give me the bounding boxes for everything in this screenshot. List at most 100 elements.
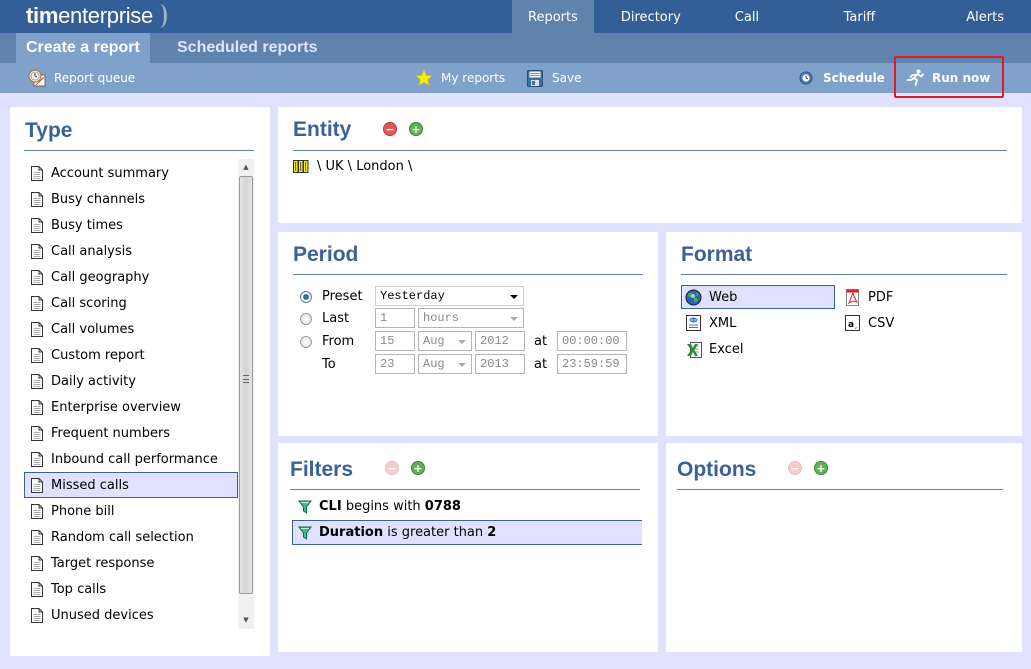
from-time-input[interactable]: 00:00:00 — [557, 331, 627, 351]
filter-item-duration[interactable]: Duration is greater than 2 — [292, 520, 642, 545]
document-icon — [31, 425, 43, 441]
svg-text:,: , — [855, 322, 857, 330]
format-option-pdf[interactable]: PDF — [840, 285, 940, 309]
preset-select[interactable]: Yesterday — [375, 286, 524, 306]
report-type-item[interactable]: Daily activity — [24, 368, 238, 394]
last-unit-select[interactable]: hours — [418, 308, 524, 328]
to-day-input[interactable]: 23 — [375, 354, 415, 374]
type-list-scrollbar[interactable]: ▲ ▼ — [238, 159, 254, 629]
last-radio[interactable] — [300, 313, 312, 325]
report-type-label: Phone bill — [51, 503, 115, 519]
nav-alerts[interactable]: Alerts — [939, 0, 1031, 33]
my-reports-label: My reports — [441, 71, 506, 85]
report-type-label: Inbound call performance — [51, 451, 218, 467]
format-option-excel[interactable]: Excel — [681, 337, 781, 361]
report-type-item[interactable]: Busy times — [24, 212, 238, 238]
from-day-input[interactable]: 15 — [375, 331, 415, 351]
format-option-xml[interactable]: <> XML — [681, 311, 781, 335]
logo[interactable]: timenterprise — [26, 3, 167, 29]
filter-operator: begins with — [345, 499, 421, 514]
report-type-item[interactable]: Call geography — [24, 264, 238, 290]
run-now-button[interactable]: Run now — [906, 63, 990, 93]
scroll-down-arrow-icon[interactable]: ▼ — [238, 612, 254, 629]
to-at-label: at — [534, 357, 548, 372]
scroll-up-arrow-icon[interactable]: ▲ — [238, 159, 254, 176]
last-count-input[interactable]: 1 — [375, 308, 415, 328]
type-panel-title: Type — [25, 119, 73, 142]
document-icon — [31, 555, 43, 571]
excel-icon — [685, 341, 702, 358]
running-man-icon — [906, 69, 924, 87]
report-type-item[interactable]: Top calls — [24, 576, 238, 602]
report-queue-button[interactable]: Report queue — [28, 63, 135, 93]
nav-reports[interactable]: Reports — [512, 0, 594, 33]
report-type-item[interactable]: Custom report — [24, 342, 238, 368]
schedule-button[interactable]: Schedule — [799, 63, 885, 93]
report-type-item[interactable]: Enterprise overview — [24, 394, 238, 420]
scroll-thumb[interactable] — [239, 176, 253, 594]
report-type-label: Account summary — [51, 165, 169, 181]
pdf-icon — [844, 288, 861, 306]
from-radio[interactable] — [300, 336, 312, 348]
to-time-input[interactable]: 23:59:59 — [557, 354, 627, 374]
logo-swoosh-icon — [153, 4, 167, 28]
report-type-item[interactable]: Call volumes — [24, 316, 238, 342]
report-type-item[interactable]: Call scoring — [24, 290, 238, 316]
report-type-label: Frequent numbers — [51, 425, 171, 441]
report-type-item[interactable]: Inbound call performance — [24, 446, 238, 472]
from-month-select[interactable]: Aug — [418, 331, 472, 351]
to-year-input[interactable]: 2013 — [475, 354, 525, 374]
tab-create-report[interactable]: Create a report — [16, 33, 150, 63]
to-month-select[interactable]: Aug — [418, 354, 472, 374]
format-csv-label: CSV — [868, 315, 895, 331]
report-queue-label: Report queue — [54, 71, 136, 85]
save-button[interactable]: Save — [526, 63, 581, 93]
report-type-item[interactable]: Missed calls — [24, 472, 238, 498]
my-reports-button[interactable]: My reports — [415, 63, 505, 93]
report-type-item[interactable]: Call analysis — [24, 238, 238, 264]
toolbar: Report queue My reports Save Schedule Ru… — [0, 63, 1031, 93]
chevron-down-icon — [458, 340, 466, 344]
logo-bold-text: tim — [26, 3, 59, 28]
format-pdf-label: PDF — [868, 289, 894, 305]
report-type-label: Daily activity — [51, 373, 136, 389]
format-option-web[interactable]: Web — [681, 285, 835, 309]
building-icon — [293, 160, 309, 173]
remove-option-icon[interactable]: − — [788, 461, 802, 475]
format-option-csv[interactable]: a, CSV — [840, 311, 940, 335]
add-filter-icon[interactable]: + — [411, 461, 425, 475]
options-panel-title: Options — [677, 458, 757, 481]
add-entity-icon[interactable]: + — [409, 122, 423, 136]
from-year-input[interactable]: 2012 — [475, 331, 525, 351]
entity-panel-title: Entity — [293, 118, 352, 141]
remove-filter-icon[interactable]: − — [385, 461, 399, 475]
scroll-grip-icon — [243, 375, 249, 383]
remove-entity-icon[interactable]: − — [383, 122, 397, 136]
add-option-icon[interactable]: + — [814, 461, 828, 475]
entity-path: \ UK \ London \ — [317, 159, 413, 174]
nav-call-view[interactable]: Call View — [708, 0, 817, 61]
report-type-item[interactable]: Account summary — [24, 160, 238, 186]
report-type-item[interactable]: Unused devices — [24, 602, 238, 628]
report-type-item[interactable]: Frequent numbers — [24, 420, 238, 446]
chevron-down-icon — [510, 317, 518, 321]
report-type-item[interactable]: Busy channels — [24, 186, 238, 212]
document-icon — [31, 347, 43, 363]
entity-path-row[interactable]: \ UK \ London \ — [293, 159, 412, 174]
preset-radio[interactable] — [300, 291, 312, 303]
from-at-label: at — [534, 334, 548, 349]
from-label: From — [322, 334, 355, 349]
filter-operator: is greater than — [387, 525, 484, 540]
sub-tab-bar: Create a report Scheduled reports — [0, 33, 1031, 63]
report-type-item[interactable]: Target response — [24, 550, 238, 576]
filter-item-cli[interactable]: CLI begins with 0788 — [292, 494, 642, 519]
last-label: Last — [322, 311, 350, 326]
document-icon — [31, 373, 43, 389]
report-type-item[interactable]: Phone bill — [24, 498, 238, 524]
nav-directory[interactable]: Directory — [594, 0, 708, 33]
to-month-value: Aug — [423, 357, 445, 371]
last-unit-value: hours — [423, 311, 460, 325]
report-type-item[interactable]: Random call selection — [24, 524, 238, 550]
tab-scheduled-reports[interactable]: Scheduled reports — [177, 33, 317, 63]
nav-tariff-editor[interactable]: Tariff Editor — [817, 0, 940, 61]
